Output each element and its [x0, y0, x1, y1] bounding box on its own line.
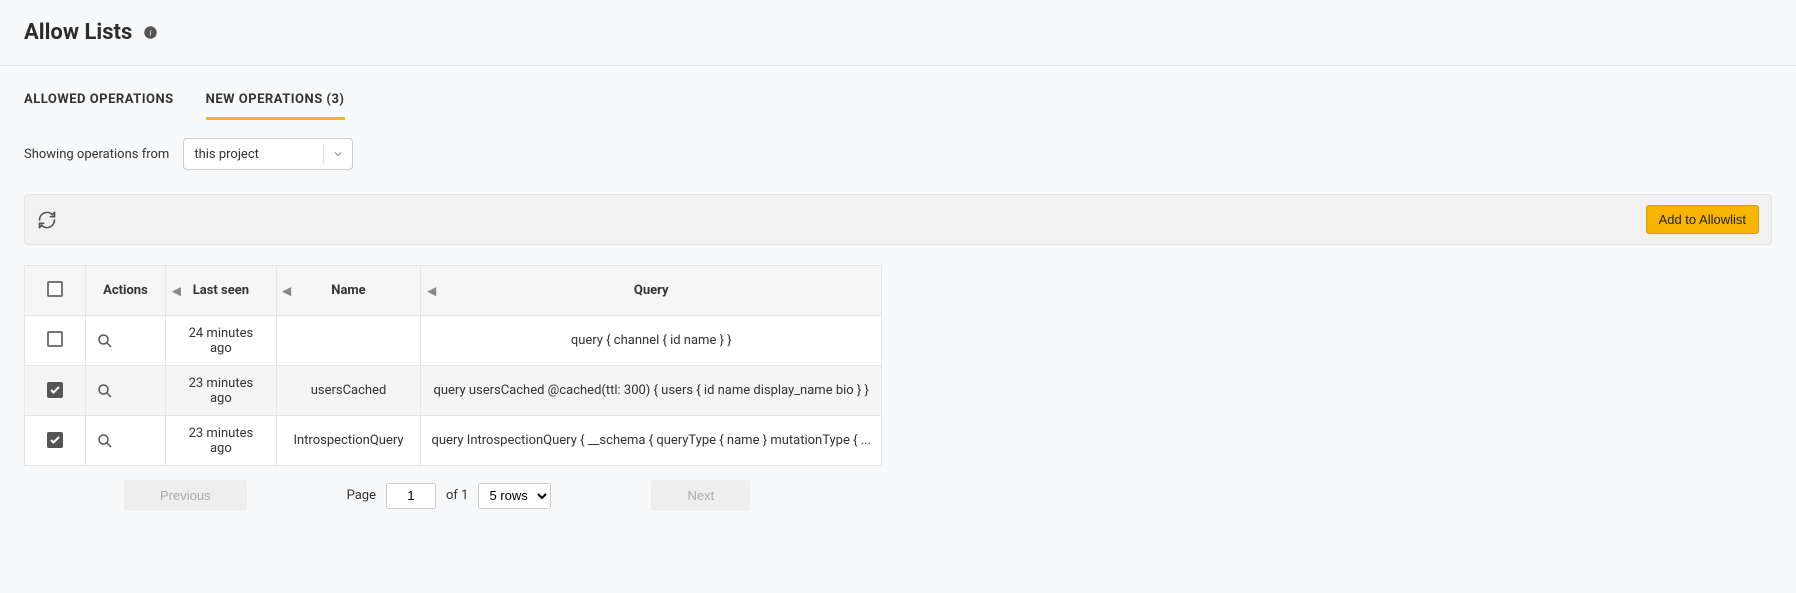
next-button[interactable]: Next [651, 480, 750, 511]
project-select-value: this project [184, 147, 323, 162]
view-icon[interactable] [96, 432, 156, 450]
table-row: 24 minutes ago query { channel { id name … [25, 316, 882, 366]
view-icon[interactable] [96, 332, 156, 350]
tab-new-operations[interactable]: NEW OPERATIONS (3) [206, 86, 345, 120]
tab-allowed-operations[interactable]: ALLOWED OPERATIONS [24, 86, 174, 120]
cell-query: query { channel { id name } } [421, 316, 882, 366]
rows-per-page-select[interactable]: 5 rows [478, 483, 551, 509]
page-center: Page of 1 5 rows [347, 483, 552, 509]
operations-table: Actions ◀ Last seen ◀ Name ◀ Query [24, 265, 882, 466]
cell-query: query IntrospectionQuery { __schema { qu… [421, 416, 882, 466]
column-header-last-seen[interactable]: ◀ Last seen [166, 266, 276, 316]
add-to-allowlist-button[interactable]: Add to Allowlist [1646, 205, 1759, 234]
table-row: 23 minutes agousersCachedquery usersCach… [25, 366, 882, 416]
cell-last-seen: 23 minutes ago [166, 366, 276, 416]
sort-caret-icon: ◀ [427, 284, 435, 297]
cell-last-seen: 23 minutes ago [166, 416, 276, 466]
column-header-checkbox [25, 266, 86, 316]
cell-name: usersCached [276, 366, 421, 416]
filter-row: Showing operations from this project [24, 138, 1772, 170]
project-select[interactable]: this project [183, 138, 353, 170]
page-of-label: of 1 [446, 488, 468, 503]
table-toolbar: Add to Allowlist [24, 194, 1772, 245]
view-icon[interactable] [96, 382, 156, 400]
column-header-query[interactable]: ◀ Query [421, 266, 882, 316]
page-title: Allow Lists [24, 20, 132, 45]
sort-caret-icon: ◀ [283, 284, 291, 297]
row-checkbox[interactable] [47, 331, 63, 347]
cell-last-seen: 24 minutes ago [166, 316, 276, 366]
chevron-down-icon [324, 148, 352, 160]
row-checkbox[interactable] [47, 382, 63, 398]
filter-label: Showing operations from [24, 147, 169, 162]
column-header-name[interactable]: ◀ Name [276, 266, 421, 316]
refresh-icon[interactable] [37, 210, 57, 230]
row-checkbox[interactable] [47, 432, 63, 448]
pagination: Previous Page of 1 5 rows Next [24, 466, 882, 511]
cell-query: query usersCached @cached(ttl: 300) { us… [421, 366, 882, 416]
tabs: ALLOWED OPERATIONS NEW OPERATIONS (3) [24, 86, 1772, 120]
column-header-actions: Actions [85, 266, 166, 316]
page-label: Page [347, 488, 376, 503]
page-input[interactable] [386, 483, 436, 509]
previous-button[interactable]: Previous [124, 480, 247, 511]
cell-name [276, 316, 421, 366]
cell-name: IntrospectionQuery [276, 416, 421, 466]
info-icon[interactable]: i [142, 25, 158, 41]
table-row: 23 minutes agoIntrospectionQueryquery In… [25, 416, 882, 466]
page-header: Allow Lists i [0, 20, 1796, 66]
sort-caret-icon: ◀ [172, 284, 180, 297]
select-all-checkbox[interactable] [47, 281, 63, 297]
